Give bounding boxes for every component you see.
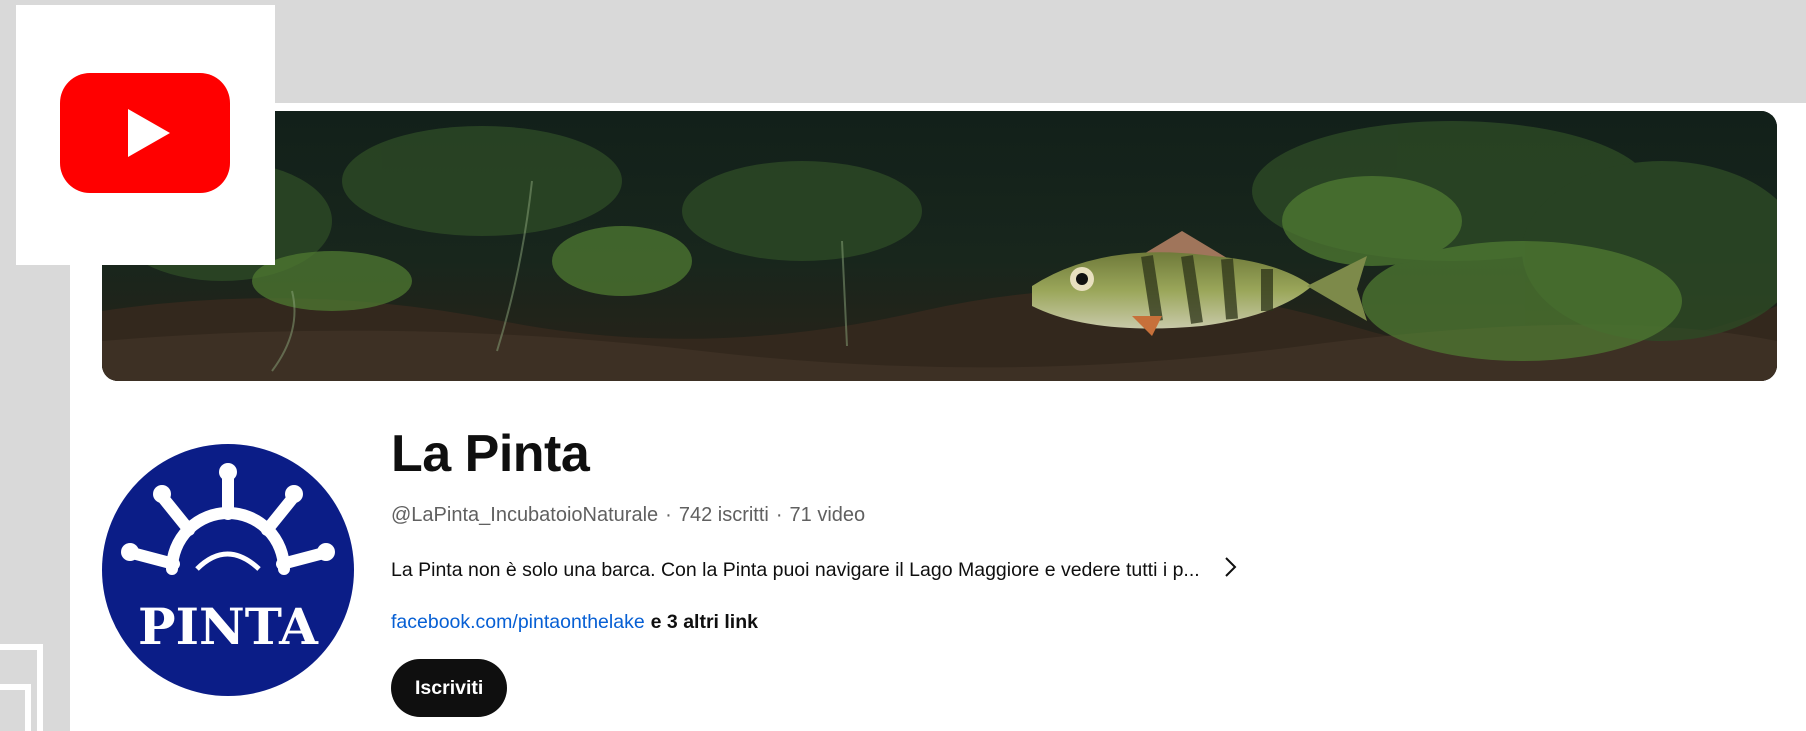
channel-description[interactable]: La Pinta non è solo una barca. Con la Pi… [391,559,1200,582]
subscriber-count: 742 iscritti [678,504,769,526]
partial-frame-icon [0,644,43,731]
banner-image-perch-underwater [102,111,1777,381]
meta-separator: · [665,504,672,526]
channel-name: La Pinta [391,425,590,483]
channel-handle: @LaPinta_IncubatoioNaturale [391,504,659,526]
more-links-button[interactable]: e 3 altri link [651,611,758,633]
channel-banner [102,111,1777,381]
subscribe-button[interactable]: Iscriviti [391,659,508,717]
chevron-right-icon[interactable] [1224,556,1238,584]
avatar-text: PINTA [138,597,319,656]
youtube-logo-icon [60,73,230,193]
youtube-logo-card [16,5,275,265]
channel-meta: @LaPinta_IncubatoioNaturale · 742 iscritti… [391,504,865,527]
meta-separator: · [775,504,783,526]
channel-avatar: PINTA [102,444,354,696]
facebook-link[interactable]: facebook.com/pintaonthelake [391,611,645,633]
channel-links: facebook.com/pintaonthelake e 3 altri lin… [391,611,758,634]
video-count: 71 video [789,504,866,526]
channel-description-row[interactable]: La Pinta non è solo una barca. Con la Pi… [391,556,1238,584]
